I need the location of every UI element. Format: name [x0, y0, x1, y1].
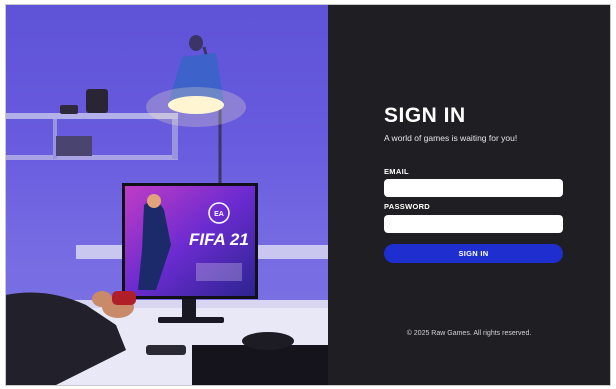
password-field[interactable]	[384, 215, 563, 233]
svg-text:EA: EA	[214, 211, 224, 218]
signin-subtitle: A world of games is waiting for you!	[384, 133, 518, 143]
signin-title: SIGN IN	[384, 104, 466, 127]
signin-button[interactable]: SIGN IN	[384, 244, 563, 263]
hero-illustration: EA FIFA 21	[6, 5, 328, 385]
signin-panel: SIGN IN A world of games is waiting for …	[328, 5, 610, 385]
controller-icon	[242, 332, 294, 350]
page-frame: EA FIFA 21 SIGN IN A world of games is w…	[5, 4, 611, 386]
lamp-icon	[189, 35, 203, 51]
email-label: EMAIL	[384, 167, 409, 176]
camera-icon	[86, 89, 108, 113]
password-label: PASSWORD	[384, 202, 431, 211]
console	[192, 345, 328, 385]
email-field[interactable]	[384, 179, 563, 197]
svg-text:FIFA 21: FIFA 21	[189, 230, 249, 249]
copyright-footer: © 2025 Raw Games. All rights reserved.	[406, 330, 532, 337]
hero-image: EA FIFA 21	[6, 5, 328, 385]
